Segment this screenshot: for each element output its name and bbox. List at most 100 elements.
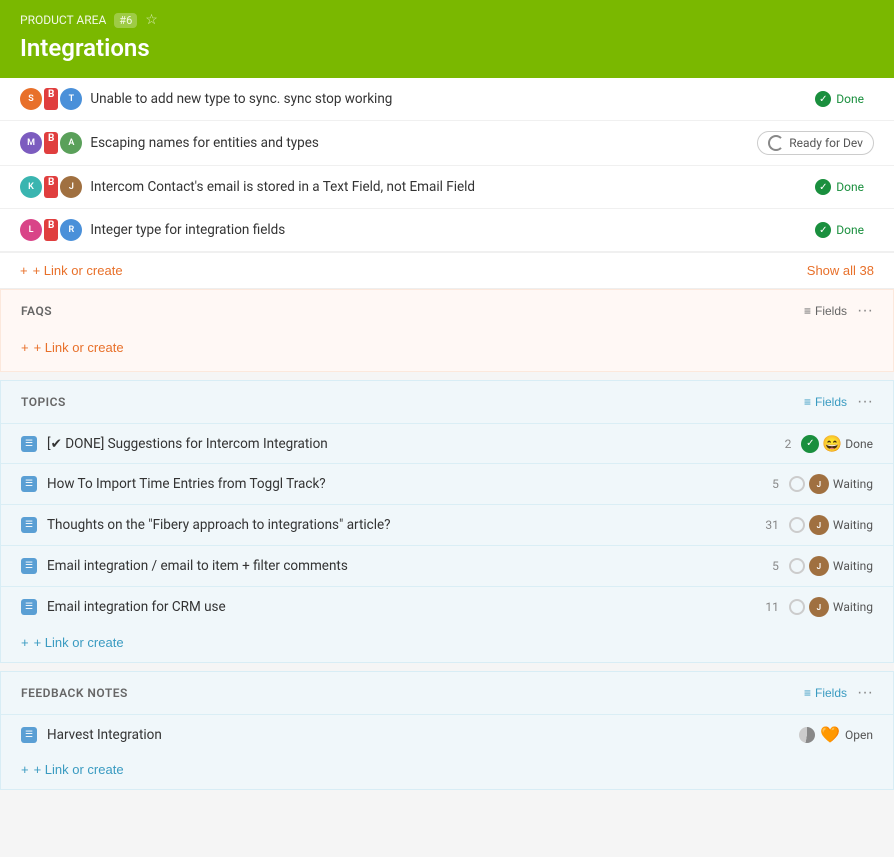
badge-b: B: [44, 219, 58, 241]
avatar: S: [20, 88, 42, 110]
topics-fields-button[interactable]: ≡ Fields: [804, 395, 847, 409]
avatar-group: K B J: [20, 176, 82, 198]
issue-row[interactable]: L B R Integer type for integration field…: [0, 209, 894, 252]
feedback-fields-button[interactable]: ≡ Fields: [804, 686, 847, 700]
faqs-fields-button[interactable]: ≡ Fields: [804, 304, 847, 318]
topic-icon: ☰: [21, 558, 37, 574]
status-label: Done: [836, 180, 864, 194]
topics-section: TOPICS ≡ Fields ··· ☰ [✔ DONE] Suggestio…: [0, 380, 894, 663]
issue-title: Escaping names for entities and types: [90, 135, 749, 151]
topics-more-button[interactable]: ···: [857, 393, 873, 411]
page-header: PRODUCT AREA #6 ☆ Integrations: [0, 0, 894, 78]
faqs-section: FAQS ≡ Fields ··· + + Link or create: [0, 289, 894, 372]
topic-count: 2: [771, 437, 791, 451]
faqs-link-create-button[interactable]: + + Link or create: [21, 340, 124, 355]
topic-count: 5: [759, 477, 779, 491]
topic-row[interactable]: ☰ Thoughts on the "Fibery approach to in…: [1, 504, 893, 545]
topic-status: J Waiting: [789, 515, 873, 535]
status-badge: ✓ Done: [805, 88, 874, 110]
avatar: J: [60, 176, 82, 198]
feedback-link-create-label: + Link or create: [34, 762, 124, 777]
issue-title: Unable to add new type to sync. sync sto…: [90, 91, 797, 107]
faqs-header: FAQS ≡ Fields ···: [1, 290, 893, 332]
avatar: T: [60, 88, 82, 110]
check-green-icon: ✓: [801, 435, 819, 453]
status-label: Done: [836, 92, 864, 106]
feedback-more-button[interactable]: ···: [857, 684, 873, 702]
topic-icon: ☰: [21, 517, 37, 533]
topics-footer-row: + + Link or create: [1, 627, 893, 662]
feedback-notes-section: FEEDBACK NOTES ≡ Fields ··· ☰ Harvest In…: [0, 671, 894, 790]
issues-link-create-button[interactable]: + + Link or create: [0, 253, 143, 288]
faqs-more-button[interactable]: ···: [857, 302, 873, 320]
show-all-button[interactable]: Show all 38: [787, 253, 894, 288]
topic-status: J Waiting: [789, 556, 873, 576]
topic-count: 31: [759, 518, 779, 532]
avatar: L: [20, 219, 42, 241]
status-label: Waiting: [833, 559, 873, 573]
status-label: Waiting: [833, 600, 873, 614]
faqs-actions: ≡ Fields ···: [804, 302, 873, 320]
feedback-header: FEEDBACK NOTES ≡ Fields ···: [1, 672, 893, 714]
feedback-link-create-button[interactable]: + + Link or create: [21, 762, 124, 777]
feedback-footer-row: + + Link or create: [1, 754, 893, 789]
star-icon[interactable]: ☆: [145, 12, 158, 28]
avatar-group: L B R: [20, 219, 82, 241]
emoji-icon: 😄: [822, 434, 842, 453]
topic-icon: ☰: [21, 599, 37, 615]
issue-row[interactable]: K B J Intercom Contact's email is stored…: [0, 166, 894, 209]
topic-title: How To Import Time Entries from Toggl Tr…: [47, 476, 749, 492]
faqs-title: FAQS: [21, 304, 52, 318]
area-label: PRODUCT AREA: [20, 13, 106, 27]
check-circle-icon: ✓: [815, 222, 831, 238]
status-label: Done: [836, 223, 864, 237]
topic-row[interactable]: ☰ Email integration for CRM use 11 J Wai…: [1, 586, 893, 627]
badge-b: B: [44, 176, 58, 198]
avatar-group: S B T: [20, 88, 82, 110]
check-circle-icon: ✓: [815, 179, 831, 195]
topic-count: 11: [759, 600, 779, 614]
feedback-actions: ≡ Fields ···: [804, 684, 873, 702]
header-breadcrumb: PRODUCT AREA #6 ☆: [20, 12, 874, 28]
status-badge: Ready for Dev: [757, 131, 874, 155]
area-number: #6: [114, 13, 137, 28]
plus-icon: +: [21, 762, 29, 777]
topic-row[interactable]: ☰ How To Import Time Entries from Toggl …: [1, 463, 893, 504]
fields-label: Fields: [815, 395, 847, 409]
topic-status: J Waiting: [789, 597, 873, 617]
issues-section: S B T Unable to add new type to sync. sy…: [0, 78, 894, 289]
page-title: Integrations: [20, 34, 874, 62]
topic-icon: ☰: [21, 436, 37, 452]
feedback-row[interactable]: ☰ Harvest Integration 🧡 Open: [1, 714, 893, 754]
link-create-label: + Link or create: [33, 263, 123, 278]
plus-icon: +: [21, 635, 29, 650]
avatar-group: M B A: [20, 132, 82, 154]
topic-title: Thoughts on the "Fibery approach to inte…: [47, 517, 749, 533]
topic-icon: ☰: [21, 476, 37, 492]
topic-title: Email integration / email to item + filt…: [47, 558, 749, 574]
issue-row[interactable]: M B A Escaping names for entities and ty…: [0, 121, 894, 166]
check-circle-icon: ✓: [815, 91, 831, 107]
faqs-link-row: + + Link or create: [1, 332, 893, 371]
topic-row[interactable]: ☰ [✔ DONE] Suggestions for Intercom Inte…: [1, 423, 893, 463]
topic-title: Email integration for CRM use: [47, 599, 749, 615]
topics-title: TOPICS: [21, 395, 66, 409]
filter-icon: ≡: [804, 686, 811, 700]
issues-footer-row: + + Link or create Show all 38: [0, 252, 894, 288]
plus-icon: +: [21, 340, 29, 355]
topic-title: [✔ DONE] Suggestions for Intercom Integr…: [47, 436, 761, 452]
issue-row[interactable]: S B T Unable to add new type to sync. sy…: [0, 78, 894, 121]
feedback-title-text: Harvest Integration: [47, 727, 789, 743]
status-label: Open: [845, 728, 873, 742]
avatar-small: J: [809, 597, 829, 617]
topics-link-create-button[interactable]: + + Link or create: [21, 635, 124, 650]
half-circle-icon: [768, 135, 784, 151]
topic-status: ✓ 😄 Done: [801, 434, 873, 453]
empty-circle-icon: [789, 599, 805, 615]
topic-count: 5: [759, 559, 779, 573]
show-all-label: Show all 38: [807, 263, 874, 278]
topic-row[interactable]: ☰ Email integration / email to item + fi…: [1, 545, 893, 586]
avatar: K: [20, 176, 42, 198]
fields-label: Fields: [815, 304, 847, 318]
avatar: A: [60, 132, 82, 154]
